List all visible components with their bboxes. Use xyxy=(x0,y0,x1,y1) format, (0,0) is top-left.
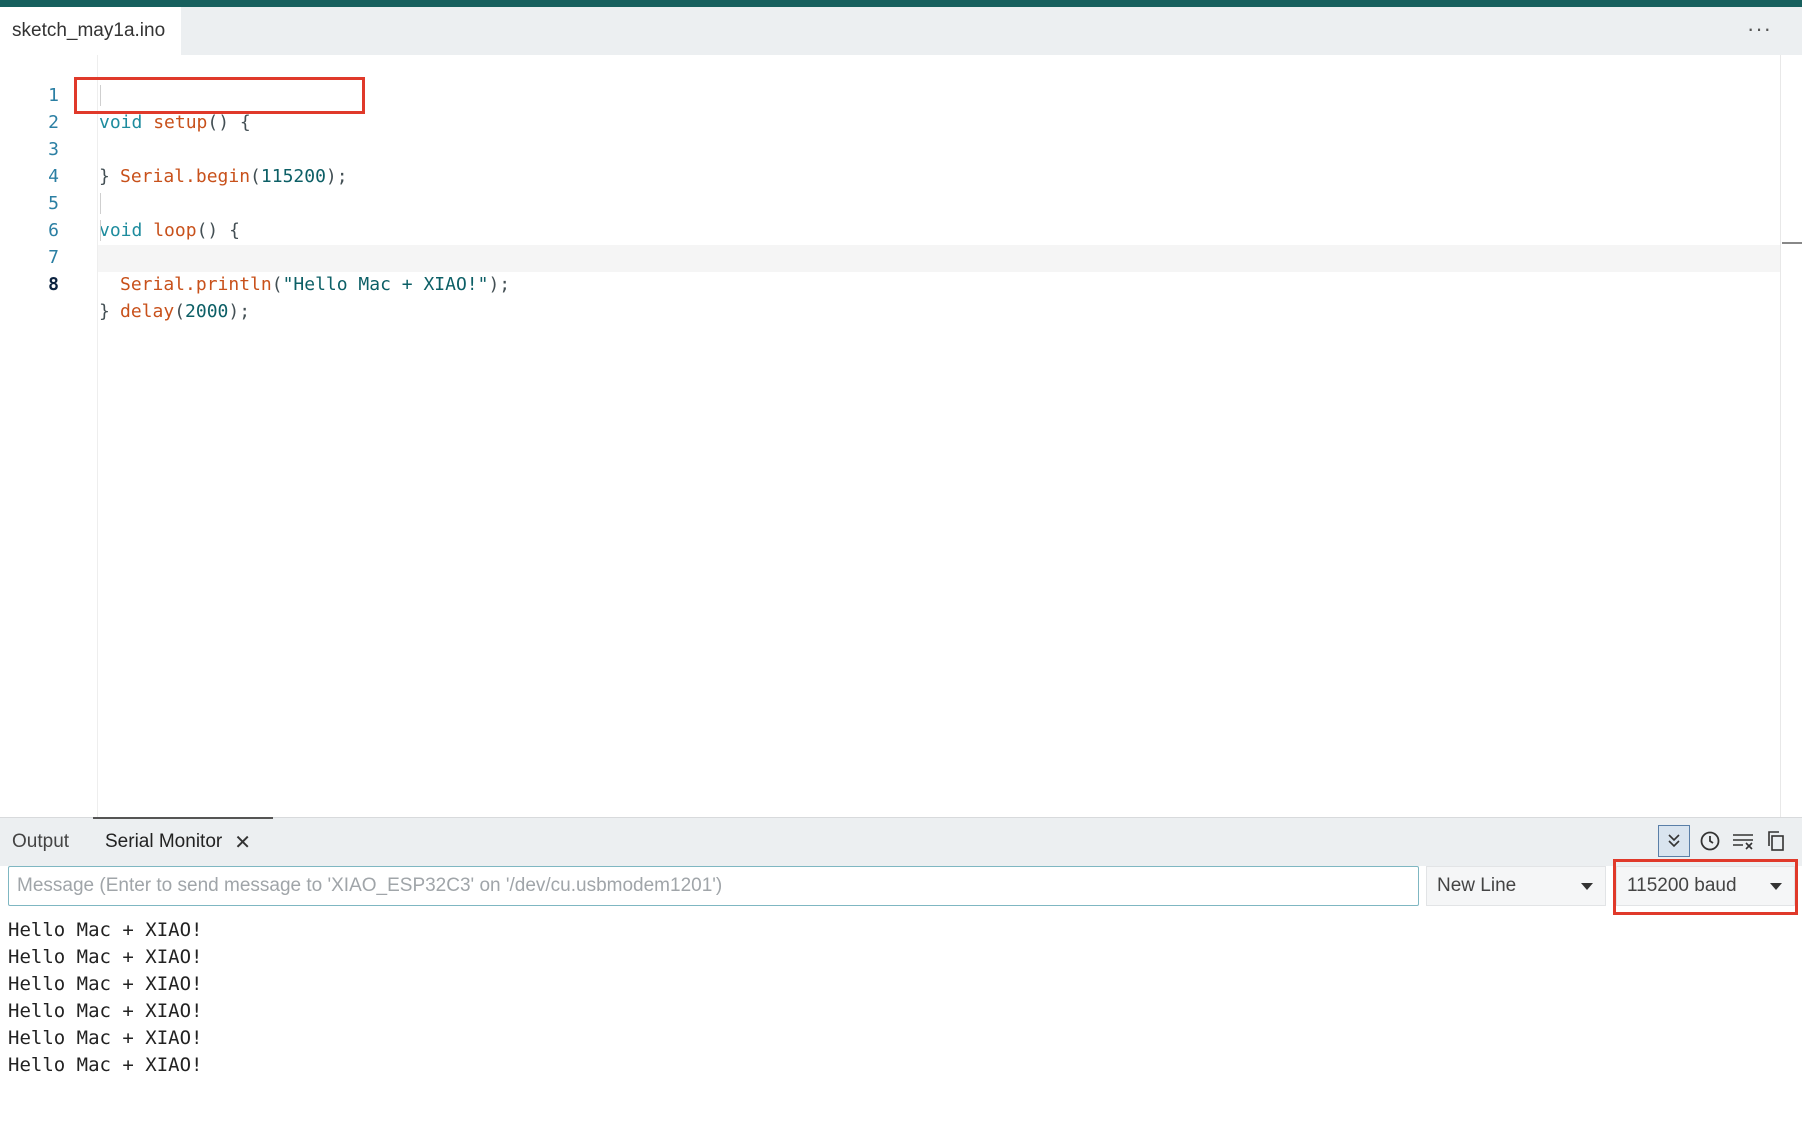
clear-output-button[interactable] xyxy=(1727,825,1759,857)
code-line: 8 } xyxy=(0,244,1780,322)
copy-output-button[interactable] xyxy=(1760,825,1792,857)
timestamp-toggle[interactable] xyxy=(1694,825,1726,857)
line-ending-select[interactable]: New Line xyxy=(1426,866,1606,906)
editor-tab-strip xyxy=(0,7,1802,55)
timestamp-icon xyxy=(1700,831,1720,851)
tab-output-label: Output xyxy=(12,831,70,852)
file-tab[interactable]: sketch_may1a.ino xyxy=(0,7,182,55)
function-name: Serial.println xyxy=(120,274,272,295)
window-top-bar xyxy=(0,0,1802,7)
close-icon[interactable]: ✕ xyxy=(234,830,251,855)
serial-output-line: Hello Mac + XIAO! xyxy=(8,1000,203,1022)
autoscroll-toggle[interactable] xyxy=(1658,825,1690,857)
more-icon[interactable]: ··· xyxy=(1747,16,1772,42)
chevron-down-icon xyxy=(1581,883,1593,890)
code-line: 6 Serial.println("Hello Mac + XIAO!"); xyxy=(0,190,1780,295)
number-literal: 2000 xyxy=(185,301,229,322)
serial-output[interactable]: Hello Mac + XIAO! Hello Mac + XIAO! Hell… xyxy=(8,917,1788,1079)
vertical-scrollbar[interactable] xyxy=(1780,55,1781,817)
serial-output-line: Hello Mac + XIAO! xyxy=(8,973,203,995)
serial-output-line: Hello Mac + XIAO! xyxy=(8,919,203,941)
message-input[interactable] xyxy=(8,866,1419,906)
string-literal: "Hello Mac + XIAO!" xyxy=(282,274,489,295)
serial-output-line: Hello Mac + XIAO! xyxy=(8,946,203,968)
autoscroll-icon xyxy=(1668,834,1680,848)
indent-guide xyxy=(100,193,101,214)
file-tab-label: sketch_may1a.ino xyxy=(12,20,166,41)
function-name: delay xyxy=(120,301,175,322)
indent-guide xyxy=(100,220,101,241)
panel-tab-bar xyxy=(0,818,1802,866)
highlight-box-serial-begin xyxy=(74,77,365,114)
copy-icon xyxy=(1768,831,1784,851)
highlight-box-baud-rate xyxy=(1613,859,1798,915)
code-line: 7 delay(2000); xyxy=(0,217,1780,322)
serial-output-line: Hello Mac + XIAO! xyxy=(8,1027,203,1049)
tab-output[interactable]: Output xyxy=(12,818,69,866)
serial-output-line: Hello Mac + XIAO! xyxy=(8,1054,203,1076)
scrollbar-cursor-marker xyxy=(1782,242,1802,244)
tab-serial-monitor[interactable]: Serial Monitor ✕ xyxy=(105,818,251,866)
clear-output-icon xyxy=(1733,834,1753,850)
line-ending-value: New Line xyxy=(1437,875,1517,896)
line-number: 8 xyxy=(48,274,59,295)
code-line: 4 xyxy=(0,136,1780,187)
code-line: 5 void loop() { xyxy=(0,163,1780,241)
tab-serial-monitor-label: Serial Monitor xyxy=(105,831,223,852)
